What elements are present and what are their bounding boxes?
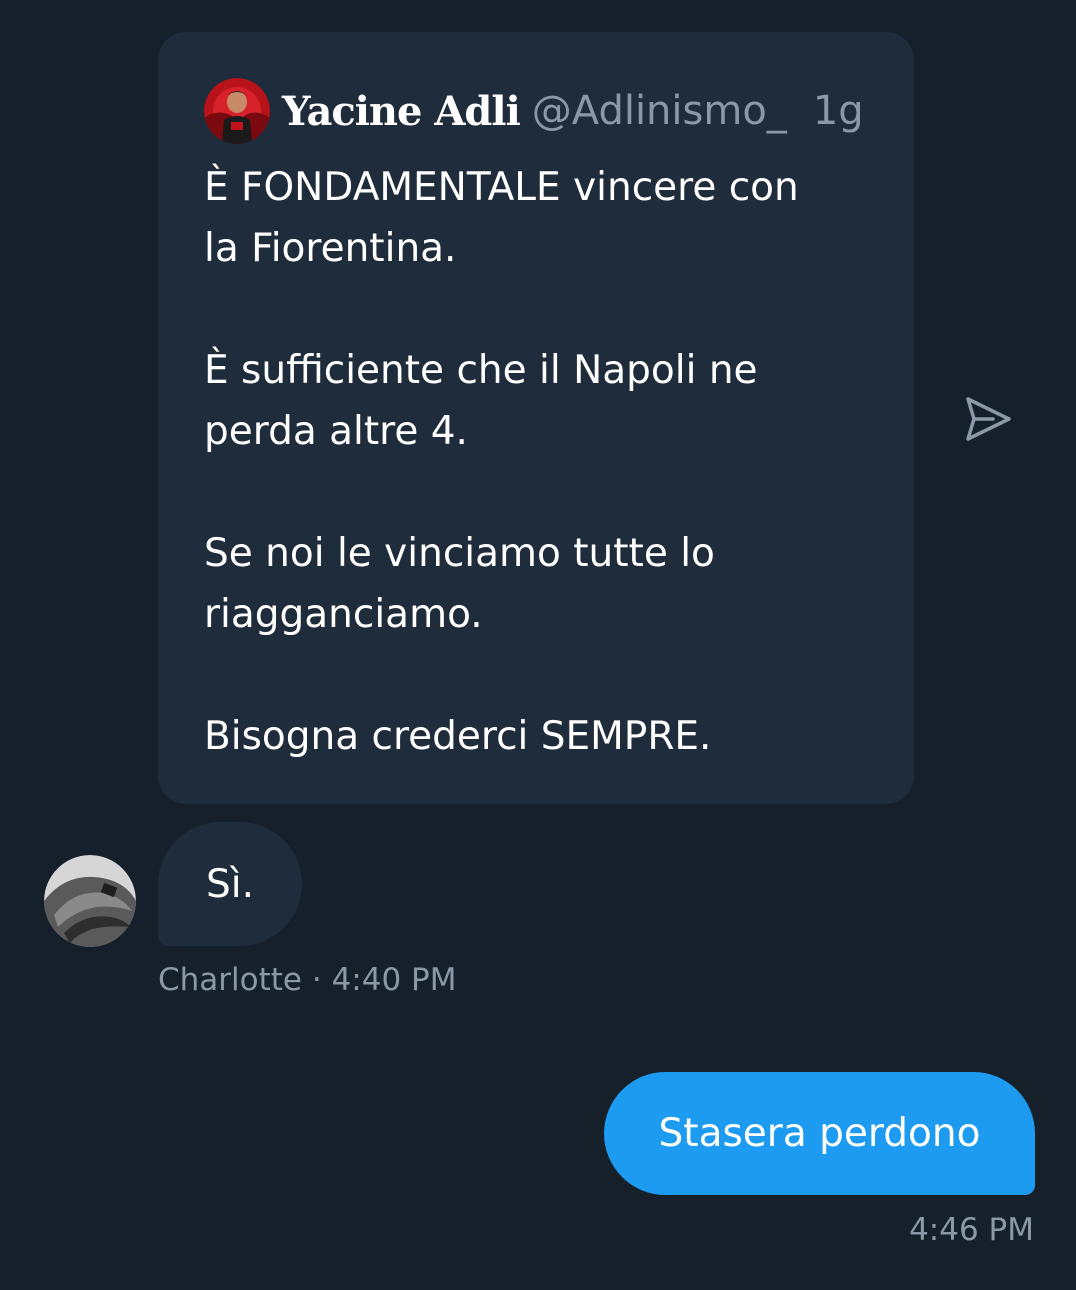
tweet-author-name[interactable]: Yacine Adli — [282, 88, 521, 135]
outgoing-message-text: Stasera perdono — [658, 1111, 981, 1156]
incoming-message-meta: Charlotte · 4:40 PM — [158, 962, 457, 998]
tweet-author-avatar[interactable] — [204, 78, 270, 144]
share-tweet-button[interactable] — [962, 394, 1014, 446]
tweet-header: Yacine Adli @Adlinismo_ 1g — [204, 76, 864, 146]
sender-name: Charlotte — [158, 962, 302, 998]
profile-photo-grayscale-icon — [44, 855, 136, 947]
tweet-text: È FONDAMENTALE vincere con la Fiorentina… — [204, 165, 799, 759]
incoming-message-bubble[interactable]: Sì. — [158, 822, 302, 946]
send-arrow-icon — [966, 397, 1011, 441]
dm-conversation: Yacine Adli @Adlinismo_ 1g È FONDAMENTAL… — [0, 0, 1076, 1290]
profile-photo-red-icon — [204, 78, 270, 144]
outgoing-message-bubble[interactable]: Stasera perdono — [604, 1072, 1035, 1195]
sender-avatar[interactable] — [44, 855, 136, 947]
shared-tweet-card[interactable]: Yacine Adli @Adlinismo_ 1g È FONDAMENTAL… — [158, 32, 914, 804]
outgoing-message-time: 4:46 PM — [909, 1212, 1034, 1248]
meta-separator: · — [311, 962, 322, 998]
tweet-author-handle[interactable]: @Adlinismo_ — [532, 88, 787, 134]
incoming-message-time: 4:40 PM — [331, 962, 457, 998]
incoming-message-text: Sì. — [206, 861, 254, 907]
tweet-age: 1g — [812, 88, 864, 134]
